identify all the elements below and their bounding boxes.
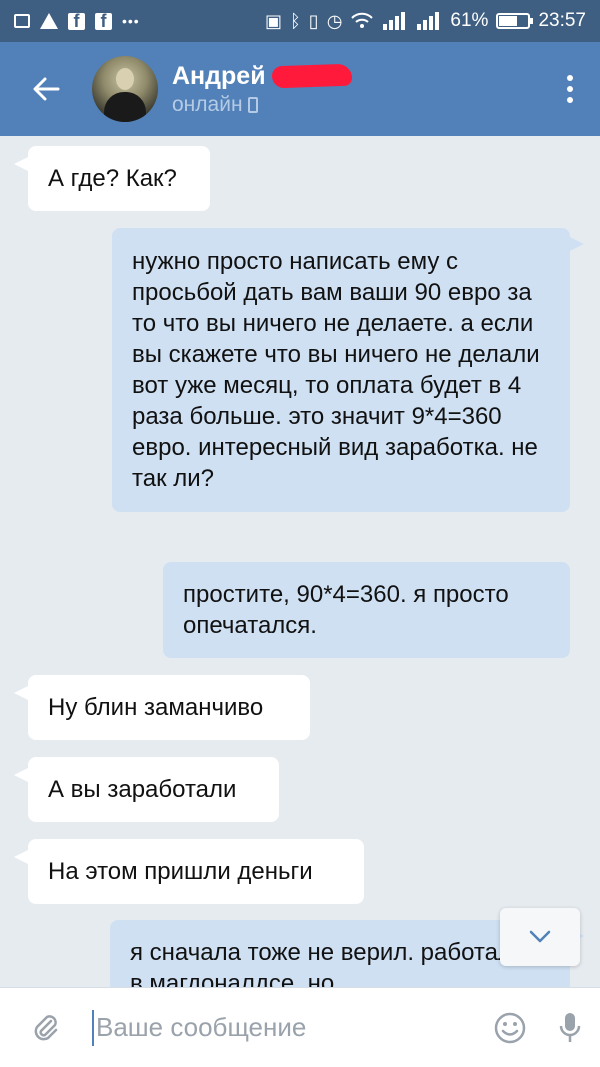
contact-name: Андрей [172, 61, 266, 90]
microphone-icon [559, 1012, 581, 1042]
clock: 23:57 [538, 10, 586, 31]
scroll-down-button[interactable] [500, 908, 580, 966]
redaction-mark [271, 63, 352, 89]
message-outgoing[interactable]: нужно просто написать ему с просьбой дат… [112, 228, 584, 512]
chat-header: Андрей онлайн [0, 42, 600, 136]
battery-icon [496, 13, 534, 29]
status-bar: f f ••• ▣ ᛒ ▯ ◷ 61% 23:57 [0, 0, 600, 42]
voice-message-button[interactable] [540, 988, 600, 1067]
back-button[interactable] [0, 42, 92, 136]
signal-icon [383, 12, 406, 30]
vibrate-icon: ▯ [308, 10, 319, 31]
message-incoming[interactable]: А вы заработали [14, 757, 279, 822]
signal-icon [417, 12, 440, 30]
dot-icon [567, 75, 573, 81]
message-incoming[interactable]: А где? Как? [14, 146, 210, 211]
message-outgoing[interactable]: простите, 90*4=360. я просто опечатался. [163, 562, 570, 658]
chevron-down-icon [529, 930, 551, 943]
alarm-icon: ◷ [326, 10, 343, 31]
message-text: я сначала тоже не верил. работал на в ма… [130, 939, 546, 987]
arrow-left-icon [33, 77, 60, 101]
attach-button[interactable] [0, 988, 92, 1067]
dot-icon [567, 86, 573, 92]
message-text: А вы заработали [48, 776, 237, 803]
message-incoming[interactable]: На этом пришли деньги [14, 839, 364, 904]
facebook-icon: f [95, 12, 112, 30]
system-icons: ▣ ᛒ ▯ ◷ 61% 23:57 [265, 10, 586, 32]
nfc-icon: ▣ [264, 10, 282, 31]
message-text: А где? Как? [48, 165, 177, 192]
battery-percent: 61% [450, 10, 489, 31]
more-icon: ••• [122, 13, 140, 29]
message-text: Ну блин заманчиво [48, 694, 264, 721]
message-text: На этом пришли деньги [48, 858, 313, 885]
paperclip-icon [34, 1014, 58, 1040]
message-list[interactable]: А где? Как? нужно просто написать ему с … [0, 136, 600, 987]
mobile-icon [247, 96, 258, 113]
image-icon [14, 14, 30, 28]
message-input[interactable] [92, 1009, 480, 1046]
bluetooth-icon: ᛒ [289, 10, 301, 31]
message-text: нужно просто написать ему с просьбой дат… [132, 248, 540, 492]
notification-icons: f f ••• [14, 12, 140, 30]
user-info[interactable]: Андрей онлайн [172, 62, 352, 117]
avatar[interactable] [92, 56, 158, 122]
message-text: простите, 90*4=360. я просто опечатался. [183, 581, 509, 639]
facebook-icon: f [68, 12, 85, 30]
warning-icon [40, 13, 58, 29]
online-status: онлайн [172, 92, 243, 116]
wifi-icon [351, 12, 374, 28]
emoji-button[interactable] [480, 988, 540, 1067]
dot-icon [567, 97, 573, 103]
smiley-icon [494, 1012, 526, 1043]
menu-button[interactable] [540, 42, 600, 136]
composer [0, 987, 600, 1067]
message-incoming[interactable]: Ну блин заманчиво [14, 675, 310, 740]
battery-fill [499, 16, 517, 26]
